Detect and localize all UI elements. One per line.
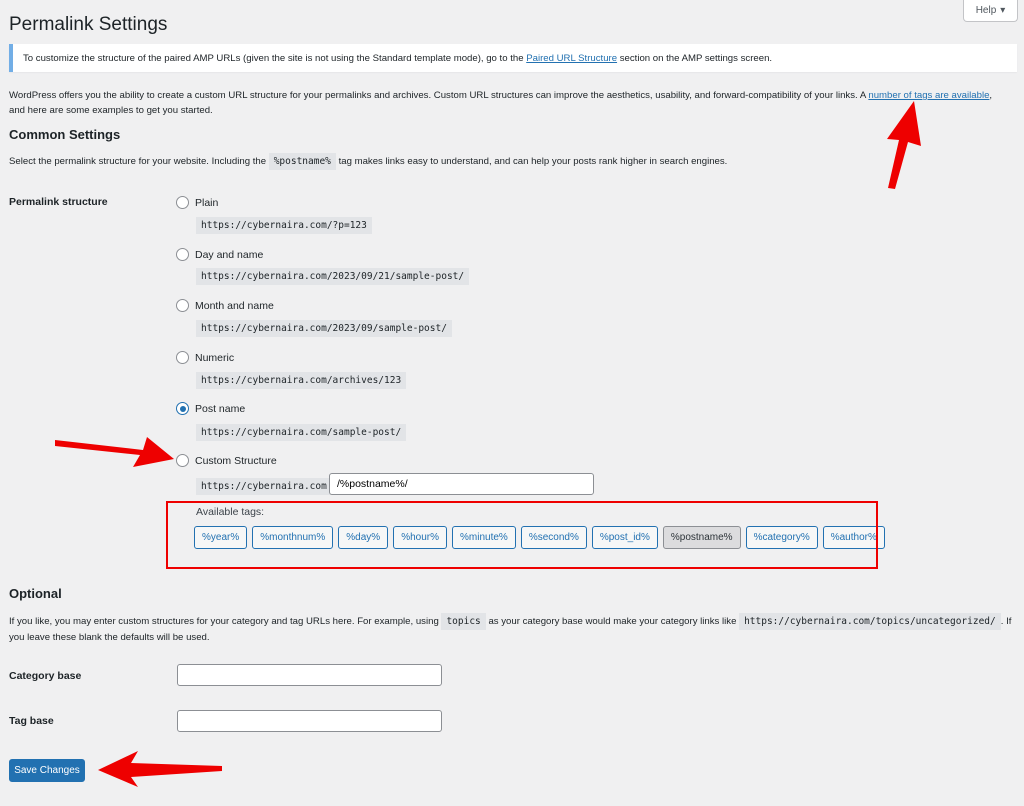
arrow-to-tags-link xyxy=(887,101,921,189)
arrow-to-custom-structure xyxy=(55,437,174,467)
annotation-arrows xyxy=(55,101,921,787)
arrow-to-save-button xyxy=(98,751,222,787)
